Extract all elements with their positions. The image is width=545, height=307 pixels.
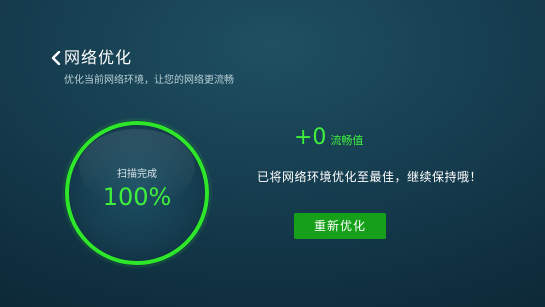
fluency-score-value: +0 bbox=[294, 125, 327, 150]
page-subtitle: 优化当前网络环境，让您的网络更流畅 bbox=[64, 75, 234, 86]
scan-progress-gauge: 扫描完成 100% bbox=[61, 117, 213, 269]
page-title: 网络优化 bbox=[64, 48, 133, 67]
chevron-left-icon bbox=[51, 50, 61, 66]
result-message: 已将网络环境优化至最佳，继续保持哦！ bbox=[257, 170, 483, 184]
back-button[interactable] bbox=[50, 50, 62, 66]
fluency-score-unit: 流畅值 bbox=[330, 134, 364, 147]
fluency-score: +0 流畅值 bbox=[294, 125, 363, 150]
reoptimize-button[interactable]: 重新优化 bbox=[294, 213, 386, 239]
scan-status-label: 扫描完成 bbox=[117, 169, 157, 180]
scan-percent-value: 100% bbox=[102, 183, 172, 211]
